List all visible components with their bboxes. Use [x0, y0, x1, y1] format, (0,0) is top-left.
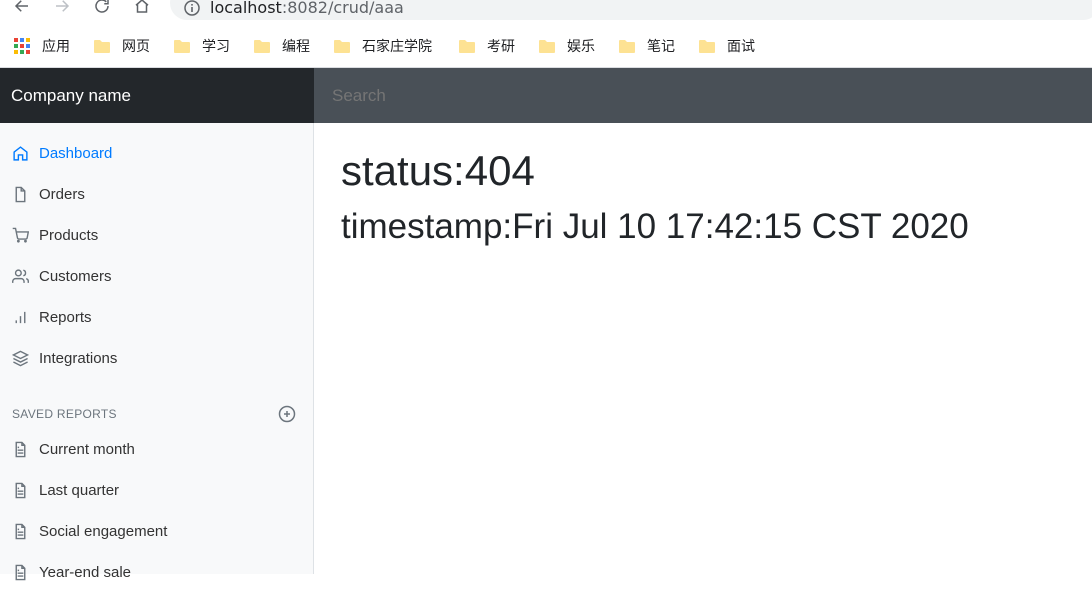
bookmark-label: 娱乐	[567, 39, 595, 55]
bookmark-folder[interactable]: 娱乐	[539, 36, 595, 56]
plus-circle-icon[interactable]	[278, 405, 296, 423]
folder-icon	[174, 40, 190, 53]
bookmark-folder[interactable]: 面试	[699, 36, 755, 56]
brand-link[interactable]: Company name	[0, 68, 314, 123]
shopping-cart-icon	[12, 227, 29, 244]
forward-button[interactable]	[50, 0, 74, 18]
sidebar-item-social-engagement[interactable]: Social engagement	[0, 511, 313, 552]
info-icon	[184, 0, 200, 16]
sidebar-item-last-quarter[interactable]: Last quarter	[0, 470, 313, 511]
bookmark-folder[interactable]: 笔记	[619, 36, 675, 56]
sidebar-item-label: Reports	[39, 309, 92, 326]
main-content: status:404 timestamp:Fri Jul 10 17:42:15…	[314, 123, 1092, 574]
sidebar-item-year-end-sale[interactable]: Year-end sale	[0, 552, 313, 593]
folder-icon	[94, 40, 110, 53]
home-button[interactable]	[130, 0, 154, 18]
sidebar-item-label: Customers	[39, 268, 112, 285]
bookmark-label: 考研	[487, 39, 515, 55]
bookmark-label: 编程	[282, 39, 310, 55]
error-timestamp: timestamp:Fri Jul 10 17:42:15 CST 2020	[341, 207, 969, 246]
back-button[interactable]	[10, 0, 34, 18]
bookmark-label: 学习	[202, 39, 230, 55]
sidebar-item-customers[interactable]: Customers	[0, 256, 313, 297]
sidebar-item-label: Last quarter	[39, 482, 120, 499]
sidebar-item-label: Social engagement	[39, 523, 168, 540]
bookmark-label: 面试	[727, 39, 755, 55]
sidebar-item-integrations[interactable]: Integrations	[0, 338, 313, 379]
sidebar-item-label: Current month	[39, 441, 135, 458]
search-input[interactable]	[314, 68, 1092, 123]
folder-icon	[619, 40, 635, 53]
bar-chart-icon	[12, 309, 29, 326]
sidebar-item-reports[interactable]: Reports	[0, 297, 313, 338]
bookmark-folder[interactable]: 网页	[94, 36, 150, 56]
sidebar-item-products[interactable]: Products	[0, 215, 313, 256]
bookmark-folder[interactable]: 学习	[174, 36, 230, 56]
bookmark-folder[interactable]: 编程	[254, 36, 310, 56]
file-text-icon	[12, 523, 29, 540]
bookmarks-bar: 应用 网页 学习 编程 石家庄学院 考研 娱乐 笔记 面试	[0, 22, 1092, 68]
folder-icon	[459, 40, 475, 53]
sidebar-item-label: Dashboard	[39, 145, 113, 162]
sidebar-item-label: Products	[39, 227, 99, 244]
home-icon	[135, 0, 149, 13]
folder-icon	[254, 40, 270, 53]
layers-icon	[12, 350, 29, 367]
users-icon	[12, 268, 29, 285]
arrow-right-icon	[56, 0, 70, 12]
reload-icon	[95, 0, 109, 13]
bookmark-folder[interactable]: 考研	[459, 36, 515, 56]
sidebar-item-dashboard[interactable]: Dashboard	[0, 133, 313, 174]
sidebar: Dashboard Orders Products Customers Repo…	[0, 123, 314, 581]
saved-reports-heading: SAVED REPORTS	[12, 407, 117, 421]
sidebar-item-label: Integrations	[39, 350, 118, 367]
error-status: status:404	[341, 147, 535, 194]
file-text-icon	[12, 482, 29, 499]
arrow-left-icon	[14, 0, 28, 12]
sidebar-item-orders[interactable]: Orders	[0, 174, 313, 215]
bookmark-label: 应用	[42, 39, 70, 55]
sidebar-item-label: Orders	[39, 186, 85, 203]
sidebar-item-current-month[interactable]: Current month	[0, 429, 313, 470]
bookmark-label: 网页	[122, 39, 150, 55]
bookmark-label: 石家庄学院	[362, 39, 432, 55]
bookmark-folder[interactable]: 石家庄学院	[334, 36, 432, 56]
sidebar-item-label: Year-end sale	[39, 564, 132, 581]
bookmark-apps[interactable]: 应用	[14, 36, 70, 56]
file-text-icon	[12, 564, 29, 581]
home-icon	[12, 145, 29, 162]
folder-icon	[699, 40, 715, 53]
file-text-icon	[12, 441, 29, 458]
address-bar[interactable]: localhost:8082/crud/aaa	[170, 0, 1092, 20]
reload-button[interactable]	[90, 0, 114, 18]
top-navbar: Company name	[0, 68, 1092, 123]
browser-toolbar: localhost:8082/crud/aaa	[0, 0, 1092, 22]
url-text: localhost:8082/crud/aaa	[210, 0, 404, 17]
browser-chrome: localhost:8082/crud/aaa 应用 网页 学习 编程 石家庄学…	[0, 0, 1092, 68]
file-icon	[12, 186, 29, 203]
bookmark-label: 笔记	[647, 39, 675, 55]
folder-icon	[539, 40, 555, 53]
folder-icon	[334, 40, 350, 53]
apps-grid-icon	[14, 38, 30, 54]
